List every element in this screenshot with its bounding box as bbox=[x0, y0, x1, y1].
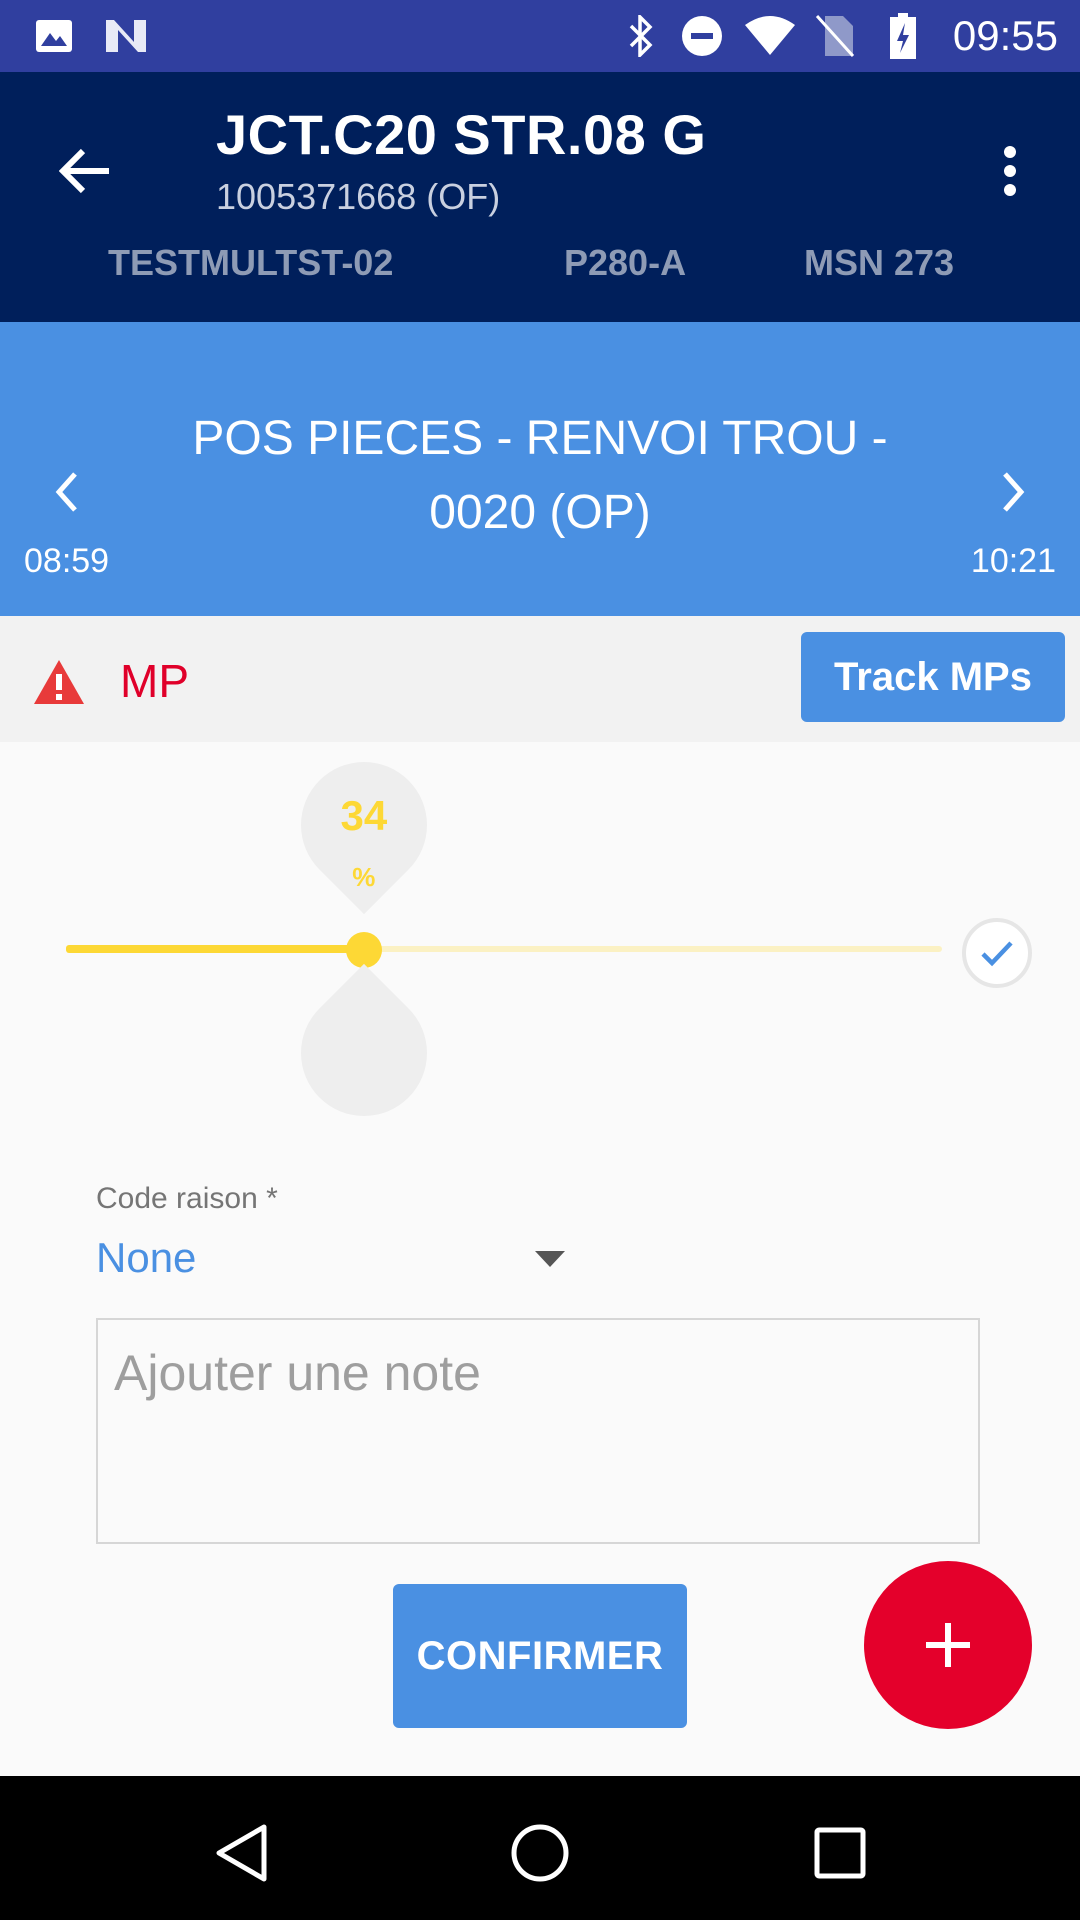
navigation-bar bbox=[0, 1776, 1080, 1920]
operation-start-time: 08:59 bbox=[24, 542, 110, 580]
reason-code-label: Code raison * bbox=[96, 1182, 278, 1215]
confirm-progress-button[interactable] bbox=[962, 918, 1032, 988]
wifi-icon bbox=[742, 14, 798, 58]
check-icon bbox=[981, 941, 1013, 967]
back-button[interactable] bbox=[40, 126, 130, 216]
tab-msn[interactable]: MSN 273 bbox=[804, 242, 954, 284]
arrow-back-icon bbox=[59, 148, 109, 194]
warning-icon bbox=[34, 660, 84, 704]
slider-fill bbox=[66, 945, 364, 953]
nav-recents-icon bbox=[814, 1827, 866, 1879]
operation-end-time: 10:21 bbox=[970, 542, 1056, 580]
reason-code-value: None bbox=[96, 1234, 197, 1281]
operation-title-line1: POS PIECES - RENVOI TROU - bbox=[192, 412, 888, 465]
tab-testmultst[interactable]: TESTMULTST-02 bbox=[108, 242, 393, 284]
chevron-right-icon bbox=[1003, 472, 1025, 512]
slider-unit: % bbox=[352, 862, 376, 892]
mp-label: MP bbox=[120, 655, 189, 707]
nav-recents-button[interactable] bbox=[795, 1808, 885, 1898]
nav-back-icon bbox=[216, 1824, 267, 1882]
clock: 09:55 bbox=[952, 12, 1058, 59]
page-title: JCT.C20 STR.08 G bbox=[216, 103, 707, 166]
note-input[interactable] bbox=[96, 1318, 980, 1544]
tab-p280[interactable]: P280-A bbox=[564, 242, 686, 284]
mp-bar: MP Track MPs bbox=[0, 616, 1080, 742]
slider-thumb[interactable] bbox=[345, 932, 382, 968]
dropdown-arrow-icon bbox=[535, 1251, 565, 1267]
next-operation-button[interactable] bbox=[978, 442, 1048, 542]
more-vert-icon bbox=[1004, 146, 1016, 196]
operation-title-line2: 0020 (OP) bbox=[429, 486, 651, 539]
bluetooth-icon bbox=[626, 14, 656, 58]
page-subtitle: 1005371668 (OF) bbox=[216, 176, 501, 217]
previous-operation-button[interactable] bbox=[32, 442, 102, 542]
plus-icon bbox=[926, 1623, 970, 1667]
overflow-menu-button[interactable] bbox=[970, 126, 1050, 216]
nav-home-icon bbox=[511, 1824, 569, 1882]
operation-title: POS PIECES - RENVOI TROU - 0020 (OP) bbox=[160, 402, 920, 550]
operation-header: POS PIECES - RENVOI TROU - 0020 (OP) 08:… bbox=[0, 322, 1080, 616]
no-sim-icon bbox=[812, 14, 858, 58]
n-logo-icon bbox=[104, 14, 148, 58]
slider-value: 34 bbox=[340, 792, 388, 839]
confirm-button[interactable]: CONFIRMER bbox=[393, 1584, 687, 1728]
status-bar: 09:55 bbox=[0, 0, 1080, 72]
slider-drag-handle[interactable] bbox=[274, 963, 453, 1143]
chevron-left-icon bbox=[55, 472, 77, 512]
progress-slider: 34 % bbox=[0, 735, 1080, 1143]
image-icon bbox=[34, 14, 74, 58]
battery-charging-icon bbox=[886, 13, 920, 59]
track-mps-button[interactable]: Track MPs bbox=[801, 632, 1065, 722]
nav-home-button[interactable] bbox=[495, 1808, 585, 1898]
add-fab-button[interactable] bbox=[864, 1561, 1032, 1729]
app-bar: JCT.C20 STR.08 G 1005371668 (OF) TESTMUL… bbox=[0, 72, 1080, 322]
reason-code-select[interactable]: None bbox=[96, 1226, 566, 1296]
nav-back-button[interactable] bbox=[196, 1808, 286, 1898]
do-not-disturb-icon bbox=[680, 14, 724, 58]
